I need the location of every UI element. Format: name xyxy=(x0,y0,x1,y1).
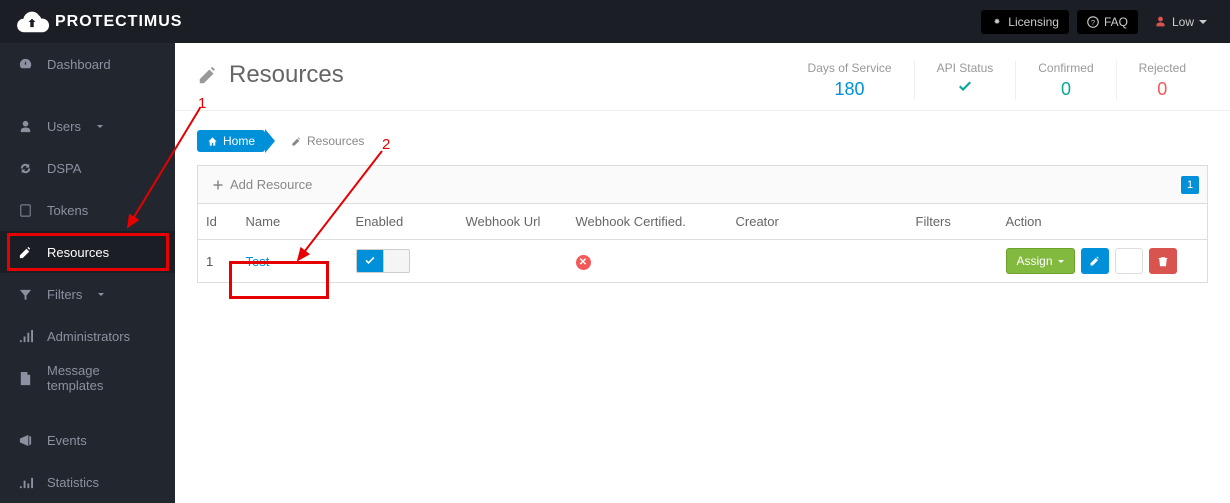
sidebar-item-users[interactable]: Users xyxy=(0,105,175,147)
assign-button[interactable]: Assign xyxy=(1006,248,1075,274)
page-title: Resources xyxy=(197,61,344,89)
sidebar-item-statistics[interactable]: Statistics xyxy=(0,461,175,503)
edit-icon xyxy=(1089,255,1101,267)
breadcrumb-home[interactable]: Home xyxy=(197,130,265,152)
user-menu[interactable]: Low xyxy=(1146,10,1215,34)
cell-filters xyxy=(908,240,998,283)
topbar-right: Licensing ? FAQ Low xyxy=(981,10,1215,34)
sync-icon xyxy=(18,161,33,176)
sun-icon xyxy=(991,16,1003,28)
sidebar-item-templates[interactable]: Message templates xyxy=(0,357,175,399)
topbar: PROTECTIMUS Licensing ? FAQ Low xyxy=(0,0,1230,43)
col-action: Action xyxy=(998,204,1208,240)
col-filters: Filters xyxy=(908,204,998,240)
cell-enabled xyxy=(348,240,458,283)
edit-icon xyxy=(197,64,219,86)
cell-name: Test xyxy=(238,240,348,283)
sidebar-item-events[interactable]: Events xyxy=(0,419,175,461)
trash-icon xyxy=(1157,255,1169,267)
sidebar-item-resources[interactable]: Resources xyxy=(0,231,175,273)
delete-button[interactable] xyxy=(1149,248,1177,274)
resource-link[interactable]: Test xyxy=(246,254,270,269)
page-header: Resources Days of Service 180 API Status… xyxy=(175,43,1230,111)
col-enabled: Enabled xyxy=(348,204,458,240)
stat-confirmed: Confirmed 0 xyxy=(1015,61,1115,100)
error-icon: ✕ xyxy=(576,255,591,270)
cell-id: 1 xyxy=(198,240,238,283)
document-icon xyxy=(18,371,33,386)
bars-icon xyxy=(18,329,33,344)
table-row: 1 Test ✕ Assign xyxy=(198,240,1208,283)
sidebar-item-dashboard[interactable]: Dashboard xyxy=(0,43,175,85)
cell-certified: ✕ xyxy=(568,240,728,283)
breadcrumb: Home Resources xyxy=(175,111,1230,165)
user-icon xyxy=(1154,15,1167,28)
sidebar-item-tokens[interactable]: Tokens xyxy=(0,189,175,231)
licensing-button[interactable]: Licensing xyxy=(981,10,1069,34)
cell-webhook xyxy=(458,240,568,283)
add-resource-button[interactable]: Add Resource xyxy=(206,173,318,196)
col-certified: Webhook Certified. xyxy=(568,204,728,240)
check-icon xyxy=(357,250,383,272)
breadcrumb-arrow-icon xyxy=(265,129,275,153)
brand-text: PROTECTIMUS xyxy=(55,13,182,31)
breadcrumb-current: Resources xyxy=(281,130,374,152)
megaphone-icon xyxy=(18,433,33,448)
home-icon xyxy=(207,136,218,147)
settings-button[interactable] xyxy=(1115,248,1143,274)
cell-action: Assign xyxy=(998,240,1208,283)
stat-days-of-service: Days of Service 180 xyxy=(786,61,914,100)
filter-icon xyxy=(18,287,33,302)
users-icon xyxy=(18,119,33,134)
stat-api-status: API Status xyxy=(914,61,1016,100)
col-webhook: Webhook Url xyxy=(458,204,568,240)
plus-icon xyxy=(212,179,224,191)
svg-text:?: ? xyxy=(1091,18,1095,27)
caret-down-icon xyxy=(98,293,104,296)
col-creator: Creator xyxy=(728,204,908,240)
caret-down-icon xyxy=(1058,260,1064,263)
page-badge[interactable]: 1 xyxy=(1181,176,1199,194)
gear-icon xyxy=(1123,255,1135,267)
resources-table: Id Name Enabled Webhook Url Webhook Cert… xyxy=(197,203,1208,283)
tokens-icon xyxy=(18,203,33,218)
logo[interactable]: PROTECTIMUS xyxy=(15,8,182,36)
edit-button[interactable] xyxy=(1081,248,1109,274)
enabled-toggle[interactable] xyxy=(356,249,410,273)
table-toolbar: Add Resource 1 xyxy=(197,165,1208,203)
cell-creator xyxy=(728,240,908,283)
stats: Days of Service 180 API Status Confirmed… xyxy=(786,61,1208,100)
col-name: Name xyxy=(238,204,348,240)
stat-rejected: Rejected 0 xyxy=(1116,61,1208,100)
faq-button[interactable]: ? FAQ xyxy=(1077,10,1138,34)
question-icon: ? xyxy=(1087,16,1099,28)
edit-icon xyxy=(18,245,33,260)
sidebar-item-filters[interactable]: Filters xyxy=(0,273,175,315)
edit-icon xyxy=(291,136,302,147)
main: Resources Days of Service 180 API Status… xyxy=(175,43,1230,503)
dashboard-icon xyxy=(18,57,33,72)
content: Add Resource 1 Id Name Enabled Webhook U… xyxy=(175,165,1230,283)
col-id: Id xyxy=(198,204,238,240)
logo-icon xyxy=(15,8,49,36)
caret-down-icon xyxy=(1199,20,1207,24)
sidebar-item-dspa[interactable]: DSPA xyxy=(0,147,175,189)
stats-icon xyxy=(18,475,33,490)
sidebar-item-administrators[interactable]: Administrators xyxy=(0,315,175,357)
caret-down-icon xyxy=(97,125,103,128)
check-icon xyxy=(937,79,994,100)
sidebar: Dashboard Users DSPA Tokens Resources Fi… xyxy=(0,43,175,503)
